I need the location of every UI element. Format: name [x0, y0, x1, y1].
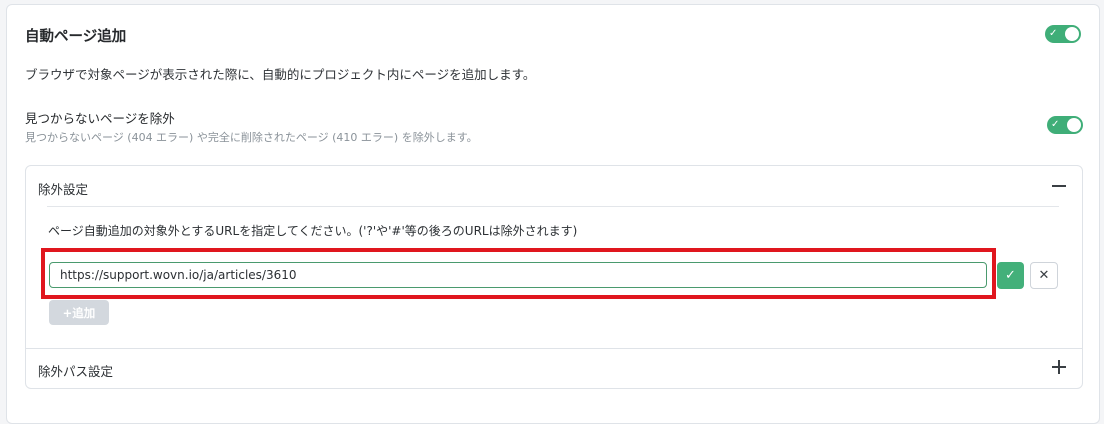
toggle-knob: [1067, 118, 1081, 132]
toggle-knob: [1065, 27, 1079, 41]
close-icon: ✕: [1038, 268, 1050, 283]
confirm-button[interactable]: ✓: [997, 262, 1024, 289]
auto-add-toggle[interactable]: ✓: [1045, 25, 1081, 43]
expand-plus-icon[interactable]: [1052, 360, 1066, 374]
check-icon: ✓: [1049, 28, 1058, 39]
section-title: 自動ページ追加: [25, 29, 127, 45]
exclude-not-found-title: 見つからないページを除外: [25, 111, 175, 126]
cancel-button[interactable]: ✕: [1030, 262, 1058, 289]
exclusion-settings-header[interactable]: 除外設定: [38, 179, 88, 198]
exclusion-path-settings-header[interactable]: 除外パス設定: [38, 361, 113, 380]
check-icon: ✓: [1051, 119, 1060, 130]
auto-page-add-card: 自動ページ追加 ✓ ブラウザで対象ページが表示された際に、自動的にプロジェクト内…: [6, 4, 1100, 424]
exclusion-instruction: ページ自動追加の対象外とするURLを指定してください。('?'や'#'等の後ろの…: [48, 224, 578, 238]
divider: [26, 348, 1082, 349]
divider: [47, 206, 1059, 207]
add-url-button[interactable]: +追加: [49, 300, 109, 325]
exclude-not-found-toggle[interactable]: ✓: [1047, 116, 1083, 134]
collapse-minus-icon[interactable]: [1052, 185, 1066, 187]
section-description: ブラウザで対象ページが表示された際に、自動的にプロジェクト内にページを追加します…: [25, 67, 536, 82]
exclusion-accordion: 除外設定 ページ自動追加の対象外とするURLを指定してください。('?'や'#'…: [25, 165, 1083, 389]
check-icon: ✓: [1005, 268, 1016, 283]
exclude-not-found-description: 見つからないページ (404 エラー) や完全に削除されたページ (410 エラ…: [25, 131, 478, 144]
exclude-url-input[interactable]: [49, 262, 987, 288]
